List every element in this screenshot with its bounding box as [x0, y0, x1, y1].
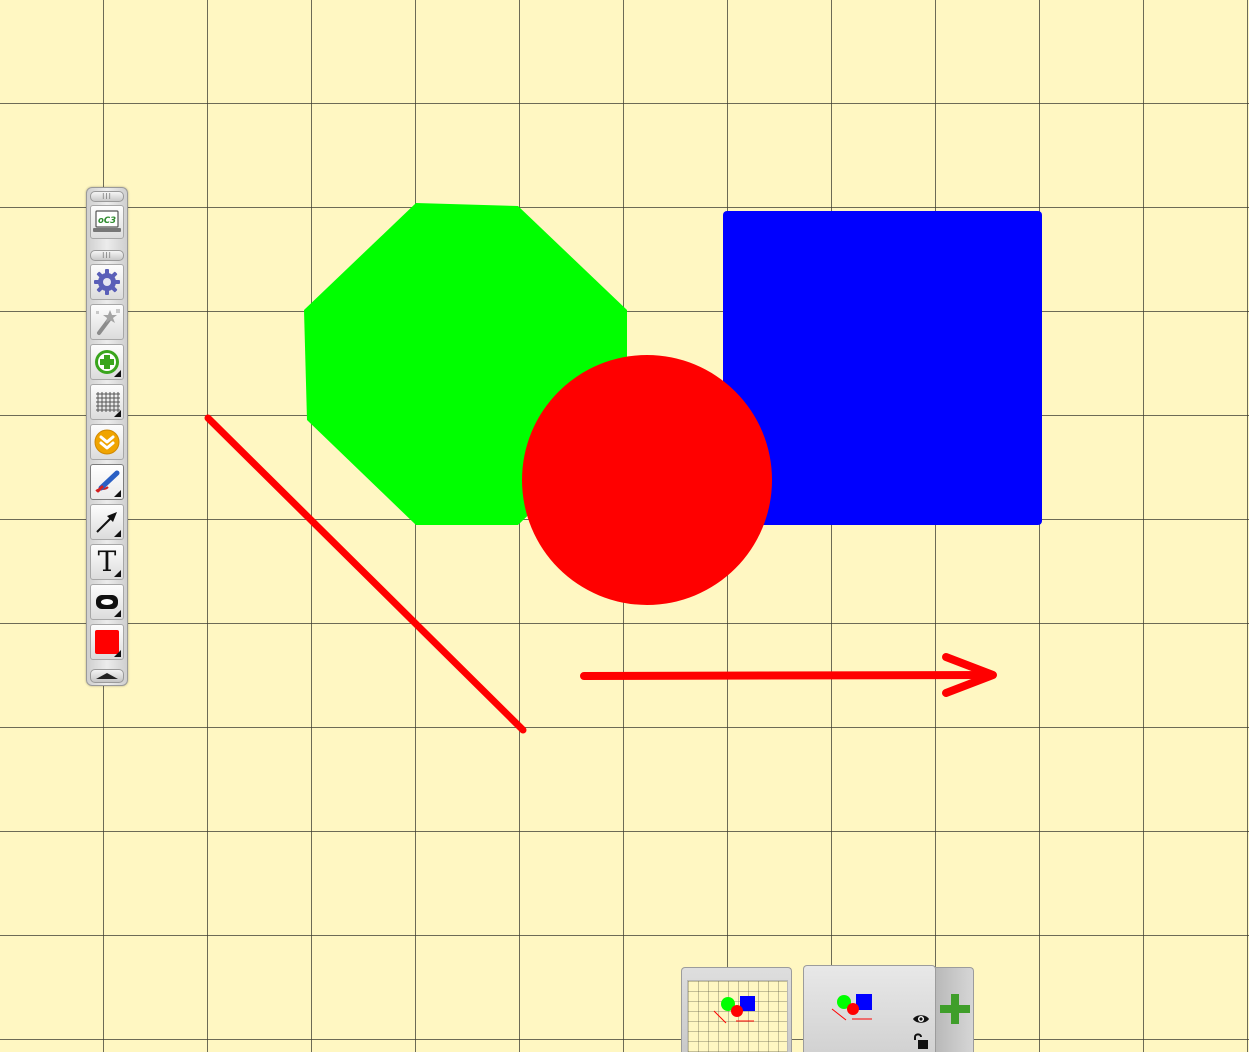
toolbar-drag-handle[interactable]: lll: [90, 191, 124, 202]
toolbar-collapse-button[interactable]: [90, 669, 124, 683]
magic-wand-icon: [96, 309, 120, 335]
main-toolbar: lll oC3 lll T: [86, 187, 128, 686]
submenu-indicator: [114, 530, 121, 537]
page-thumbnail-drawing: [713, 996, 755, 1024]
logo-text: oC3: [98, 216, 116, 226]
unlock-icon[interactable]: [912, 1032, 930, 1050]
add-page-button[interactable]: [935, 967, 974, 1052]
red-circle-shape[interactable]: [522, 355, 772, 605]
submenu-indicator: [114, 610, 121, 617]
submenu-indicator: [114, 650, 121, 657]
double-chevron-down-icon: [94, 429, 120, 455]
logo-button[interactable]: oC3: [90, 205, 124, 239]
select-tool-button[interactable]: [90, 304, 124, 340]
line-tool-button[interactable]: [90, 504, 124, 540]
settings-button[interactable]: [90, 264, 124, 300]
grid-button[interactable]: [90, 384, 124, 420]
plus-icon: [939, 994, 970, 1024]
add-button[interactable]: [90, 344, 124, 380]
page-tab-2[interactable]: [803, 965, 936, 1052]
page-tab-1[interactable]: [681, 967, 792, 1052]
whiteboard-canvas[interactable]: lll oC3 lll T: [0, 0, 1249, 1052]
drawing-layer[interactable]: [0, 0, 1249, 1052]
page-thumbnail-1: [687, 980, 788, 1052]
red-arrow-stroke[interactable]: [580, 653, 997, 697]
laptop-logo-icon: oC3: [93, 210, 121, 232]
shape-tool-button[interactable]: [90, 584, 124, 620]
gear-icon: [94, 269, 120, 295]
submenu-indicator: [114, 410, 121, 417]
pen-tool-button[interactable]: [90, 464, 124, 500]
toolbar-section-handle[interactable]: lll: [90, 250, 124, 261]
submenu-indicator: [114, 570, 121, 577]
page-thumbnail-2: [831, 994, 872, 1021]
scroll-button[interactable]: [90, 424, 124, 460]
eye-icon[interactable]: [912, 1013, 930, 1025]
submenu-indicator: [114, 490, 121, 497]
text-tool-button[interactable]: T: [90, 544, 124, 580]
color-picker-button[interactable]: [90, 624, 124, 660]
submenu-indicator: [114, 370, 121, 377]
chevron-up-icon: [96, 673, 118, 679]
